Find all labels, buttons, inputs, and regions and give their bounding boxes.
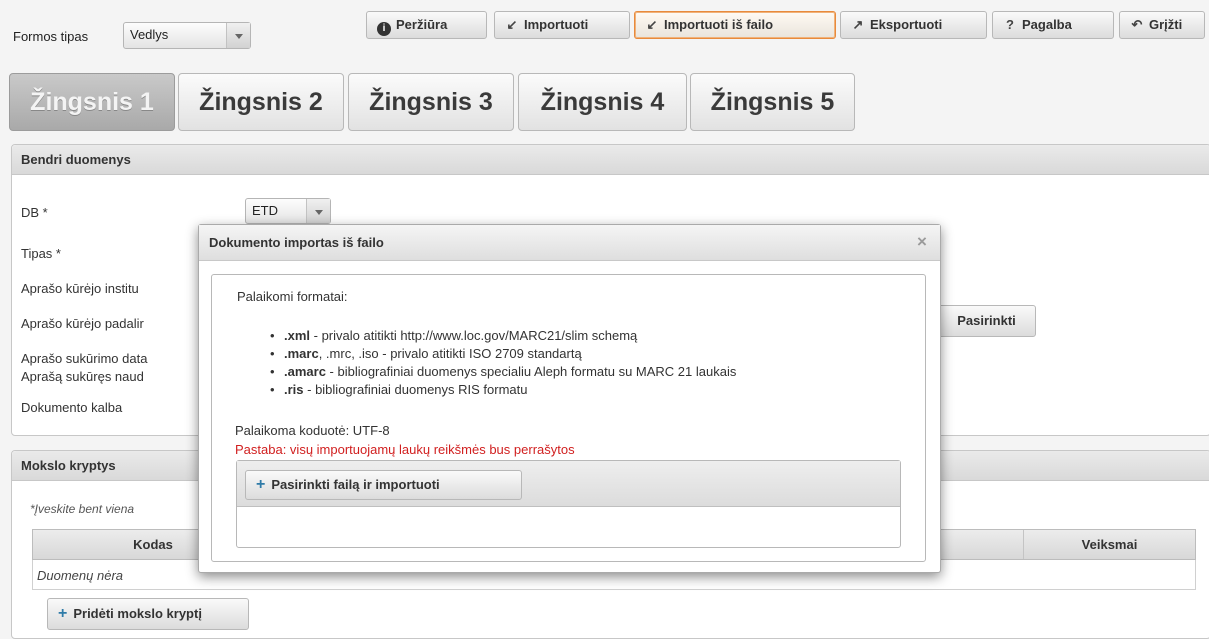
list-item: .marc, .mrc, .iso - privalo atitikti ISO… xyxy=(270,345,736,363)
db-value: ETD xyxy=(252,203,278,218)
export-button-label: Eksportuoti xyxy=(870,17,943,32)
export-icon: ↗ xyxy=(852,17,864,32)
chevron-down-icon xyxy=(226,23,250,48)
tab-step-2[interactable]: Žingsnis 2 xyxy=(178,73,344,131)
form-type-select[interactable]: Vedlys xyxy=(123,22,251,49)
encoding-text: Palaikoma koduotė: UTF-8 xyxy=(235,423,390,438)
import-button-label: Importuoti xyxy=(524,17,589,32)
import-from-file-button[interactable]: ↙ Importuoti iš failo xyxy=(634,11,836,39)
add-science-direction-button[interactable]: + Pridėti mokslo kryptį xyxy=(47,598,249,630)
list-item: .amarc - bibliografiniai duomenys specia… xyxy=(270,363,736,381)
import-icon: ↙ xyxy=(646,17,658,32)
tab-step-5[interactable]: Žingsnis 5 xyxy=(690,73,855,131)
preview-button-label: Peržiūra xyxy=(396,17,448,32)
creator-institution-label: Aprašo kūrėjo institu xyxy=(21,281,139,296)
dialog-title: Dokumento importas iš failo xyxy=(199,225,940,261)
form-type-value: Vedlys xyxy=(130,27,169,42)
import-icon: ↙ xyxy=(506,17,518,32)
db-select[interactable]: ETD xyxy=(245,198,331,224)
chevron-down-icon xyxy=(306,199,330,223)
db-label: DB * xyxy=(21,205,48,220)
formats-list: .xml - privalo atitikti http://www.loc.g… xyxy=(270,327,736,399)
form-type-label: Formos tipas xyxy=(13,29,89,44)
science-hint: *Įveskite bent viena xyxy=(30,502,135,516)
import-button[interactable]: ↙ Importuoti xyxy=(494,11,630,39)
add-science-direction-label: Pridėti mokslo kryptį xyxy=(73,606,202,621)
help-button[interactable]: ? Pagalba xyxy=(992,11,1114,39)
format-ext: .xml xyxy=(284,328,311,343)
back-button-label: Grįžti xyxy=(1149,17,1183,32)
type-label: Tipas * xyxy=(21,246,61,261)
creator-user-label: Aprašą sukūręs naud xyxy=(21,369,144,384)
plus-icon: + xyxy=(58,605,68,622)
export-button[interactable]: ↗ Eksportuoti xyxy=(840,11,987,39)
format-ext: .amarc xyxy=(284,364,326,379)
back-arrow-icon: ↶ xyxy=(1131,17,1143,32)
overwrite-warning: Pastaba: visų importuojamų laukų reikšmė… xyxy=(235,442,575,457)
format-desc: - bibliografiniai duomenys specialiu Ale… xyxy=(325,364,737,379)
back-button[interactable]: ↶ Grįžti xyxy=(1119,11,1205,39)
info-icon: i xyxy=(377,22,391,36)
upload-panel: + Pasirinkti failą ir importuoti xyxy=(236,460,901,548)
list-item: .xml - privalo atitikti http://www.loc.g… xyxy=(270,327,736,345)
tab-step-4[interactable]: Žingsnis 4 xyxy=(518,73,687,131)
format-ext: .marc xyxy=(284,346,319,361)
tab-step-3[interactable]: Žingsnis 3 xyxy=(348,73,514,131)
close-icon[interactable]: × xyxy=(914,233,930,250)
format-desc: , .mrc, .iso - privalo atitikti ISO 2709… xyxy=(318,346,582,361)
document-language-label: Dokumento kalba xyxy=(21,400,123,415)
plus-icon: + xyxy=(256,476,266,493)
col-actions: Veiksmai xyxy=(1023,530,1195,559)
choose-file-import-label: Pasirinkti failą ir importuoti xyxy=(271,477,440,492)
preview-button[interactable]: i Peržiūra xyxy=(366,11,487,39)
choose-file-import-button[interactable]: + Pasirinkti failą ir importuoti xyxy=(245,470,522,500)
general-data-title: Bendri duomenys xyxy=(12,145,1209,175)
format-desc: - bibliografiniai duomenys RIS formatu xyxy=(303,382,528,397)
supported-formats-label: Palaikomi formatai: xyxy=(237,289,348,304)
creator-unit-label: Aprašo kūrėjo padalir xyxy=(21,316,144,331)
creation-date-label: Aprašo sukūrimo data xyxy=(21,351,148,366)
help-button-label: Pagalba xyxy=(1022,17,1072,32)
tab-step-1[interactable]: Žingsnis 1 xyxy=(9,73,175,131)
import-from-file-button-label: Importuoti iš failo xyxy=(664,17,774,32)
choose-button[interactable]: Pasirinkti xyxy=(937,305,1036,337)
format-ext: .ris xyxy=(284,382,304,397)
format-desc: - privalo atitikti http://www.loc.gov/MA… xyxy=(310,328,638,343)
empty-table-text: Duomenų nėra xyxy=(37,568,123,583)
list-item: .ris - bibliografiniai duomenys RIS form… xyxy=(270,381,736,399)
upload-panel-header: + Pasirinkti failą ir importuoti xyxy=(237,461,900,507)
question-icon: ? xyxy=(1006,17,1014,32)
